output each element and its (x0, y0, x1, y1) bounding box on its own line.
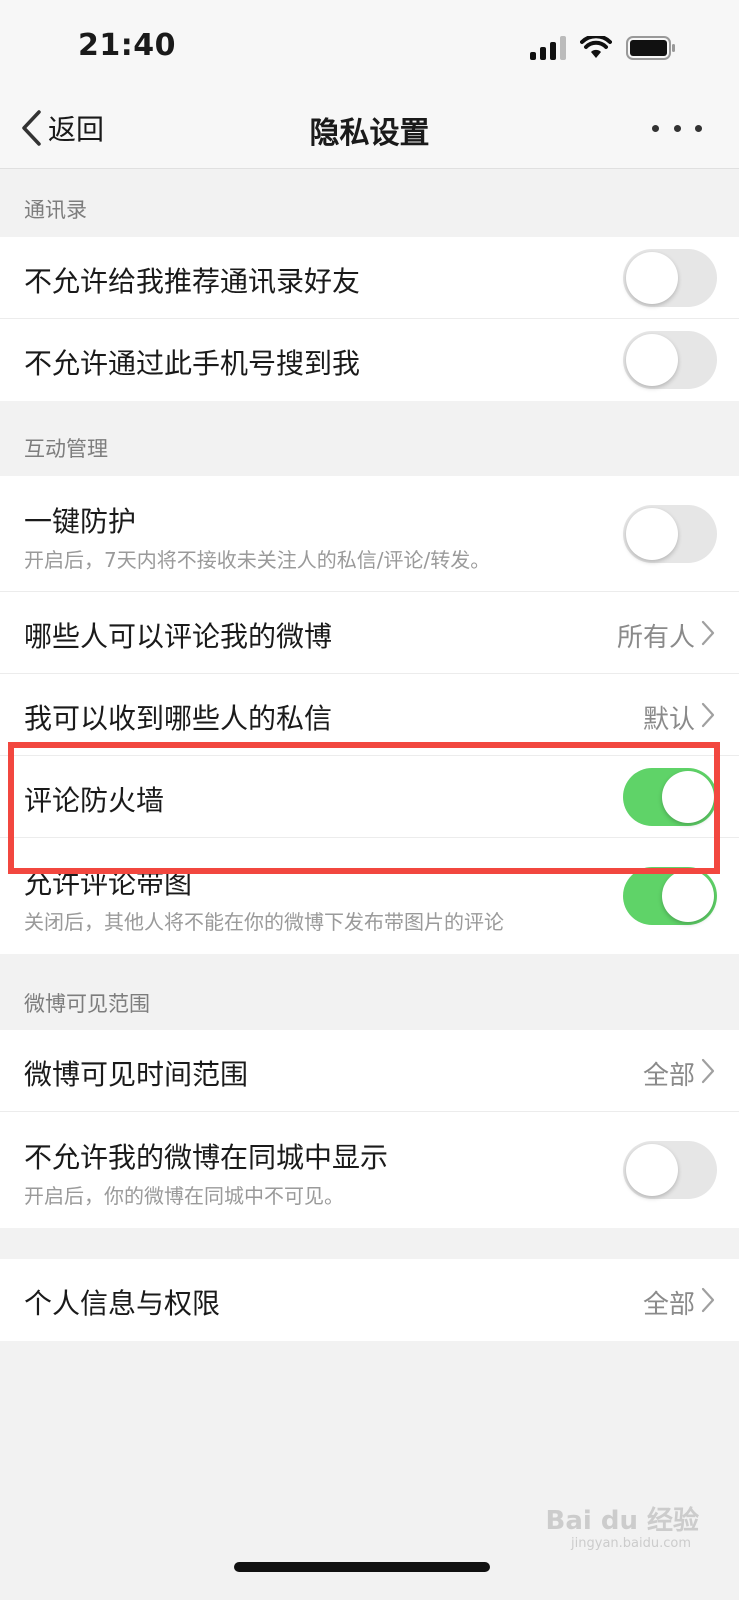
chevron-right-icon (701, 702, 715, 728)
page-title: 隐私设置 (309, 116, 430, 151)
setting-title: 个人信息与权限 (24, 1287, 221, 1320)
chevron-right-icon (701, 1287, 715, 1313)
settings-group-contacts: 不允许给我推荐通讯录好友 不允许通过此手机号搜到我 (0, 237, 739, 401)
more-dot-icon (673, 124, 681, 132)
section-header-interaction: 互动管理 (24, 437, 108, 461)
toggle-knob (662, 870, 714, 922)
more-dot-icon (652, 124, 659, 132)
local-display-toggle[interactable] (623, 1141, 717, 1199)
wifi-icon (580, 36, 612, 58)
highlight-annotation-box (8, 742, 720, 874)
setting-row-one-click-protection[interactable]: 一键防护 开启后，7天内将不接收未关注人的私信/评论/转发。 (0, 476, 739, 592)
status-bar: 21:40 (0, 0, 739, 90)
home-indicator[interactable] (234, 1562, 490, 1572)
setting-subtitle: 开启后，7天内将不接收未关注人的私信/评论/转发。 (24, 548, 491, 572)
toggle-knob (626, 1144, 678, 1196)
toggle-knob (626, 334, 678, 386)
chevron-right-icon (701, 620, 715, 646)
one-click-protection-toggle[interactable] (623, 505, 717, 563)
toggle-knob (626, 252, 678, 304)
setting-value: 全部 (642, 1290, 695, 1320)
setting-title: 不允许通过此手机号搜到我 (24, 347, 361, 380)
watermark-url: jingyan.baidu.com (571, 1536, 691, 1551)
setting-value: 默认 (642, 705, 695, 735)
setting-row-personal-info[interactable]: 个人信息与权限 全部 (0, 1259, 739, 1341)
setting-title: 哪些人可以评论我的微博 (24, 620, 333, 653)
setting-row-phone-search[interactable]: 不允许通过此手机号搜到我 (0, 319, 739, 401)
toggle-knob (626, 508, 678, 560)
navigation-bar: 返回 隐私设置 (0, 90, 739, 169)
setting-subtitle: 关闭后，其他人将不能在你的微博下发布带图片的评论 (24, 910, 504, 934)
settings-group-interaction: 一键防护 开启后，7天内将不接收未关注人的私信/评论/转发。 哪些人可以评论我的… (0, 476, 739, 954)
battery-icon (626, 36, 675, 60)
recommend-contacts-toggle[interactable] (623, 249, 717, 307)
status-time: 21:40 (78, 28, 176, 63)
settings-group-personal: 个人信息与权限 全部 (0, 1259, 739, 1341)
setting-title: 一键防护 (24, 505, 137, 538)
setting-title: 不允许我的微博在同城中显示 (24, 1141, 389, 1174)
more-dot-icon (695, 124, 702, 132)
phone-search-toggle[interactable] (623, 331, 717, 389)
setting-row-local-display[interactable]: 不允许我的微博在同城中显示 开启后，你的微博在同城中不可见。 (0, 1112, 739, 1228)
setting-title: 微博可见时间范围 (24, 1058, 249, 1091)
more-options-button[interactable] (652, 116, 702, 140)
setting-title: 我可以收到哪些人的私信 (24, 702, 333, 735)
settings-group-visibility: 微博可见时间范围 全部 不允许我的微博在同城中显示 开启后，你的微博在同城中不可… (0, 1030, 739, 1228)
setting-title: 不允许给我推荐通讯录好友 (24, 265, 361, 298)
section-header-visibility: 微博可见范围 (24, 992, 150, 1016)
section-header-contacts: 通讯录 (24, 198, 87, 222)
cellular-signal-icon (530, 36, 566, 60)
comment-images-toggle[interactable] (623, 867, 717, 925)
setting-row-visible-time-range[interactable]: 微博可见时间范围 全部 (0, 1030, 739, 1112)
setting-value: 所有人 (616, 623, 695, 653)
setting-subtitle: 开启后，你的微博在同城中不可见。 (24, 1184, 344, 1208)
setting-row-who-can-comment[interactable]: 哪些人可以评论我的微博 所有人 (0, 592, 739, 674)
setting-row-recommend-contacts[interactable]: 不允许给我推荐通讯录好友 (0, 237, 739, 319)
watermark-logo: Bai du 经验 (545, 1506, 700, 1536)
setting-value: 全部 (642, 1061, 695, 1091)
chevron-right-icon (701, 1058, 715, 1084)
